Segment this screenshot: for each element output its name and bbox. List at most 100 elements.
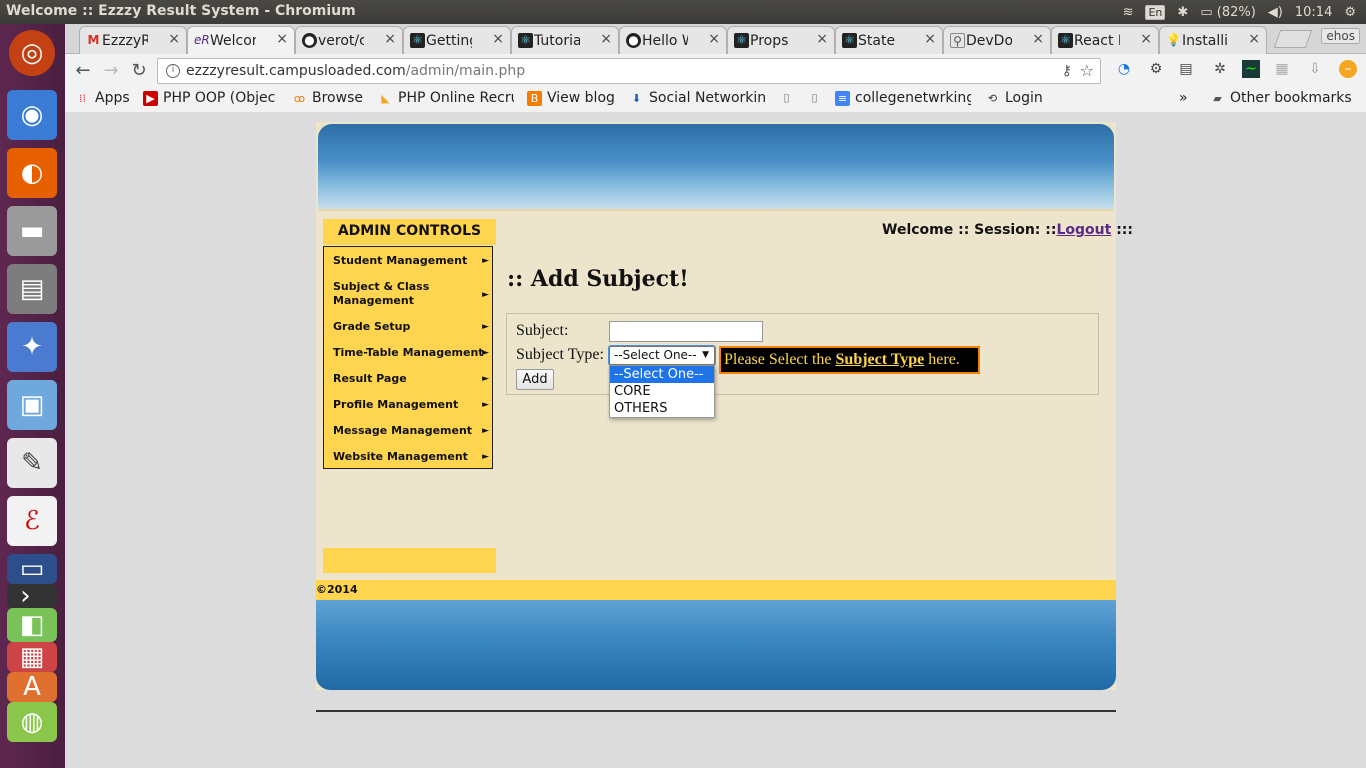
tab[interactable]: ⚲ DevDo ×	[943, 26, 1051, 54]
tab-label: verot/c	[318, 32, 364, 49]
battery-indicator[interactable]: ▭ (82%)	[1200, 5, 1255, 20]
add-button[interactable]: Add	[516, 369, 554, 390]
firefox-icon[interactable]: ◐	[7, 148, 57, 198]
address-bar[interactable]: i ezzzyresult.campusloaded.com/admin/mai…	[157, 58, 1101, 84]
extension-bug-icon[interactable]: ✲	[1211, 60, 1229, 78]
extension-grid-icon[interactable]: ▦	[1273, 60, 1291, 78]
presentation-icon[interactable]: ▭	[7, 554, 57, 584]
dropdown-option[interactable]: OTHERS	[610, 400, 714, 417]
extension-db-icon[interactable]: ▤	[1177, 60, 1195, 78]
tab[interactable]: ⚛ Props ×	[727, 26, 835, 54]
menu-item-grade-setup[interactable]: Grade Setup ►	[333, 320, 489, 334]
bookmarks-overflow-button[interactable]: »	[1179, 90, 1188, 106]
software-center-icon[interactable]: A	[7, 672, 57, 702]
bluetooth-icon[interactable]: ✱	[1177, 5, 1188, 20]
bookmark-php-online[interactable]: ◣ PHP Online Recru	[378, 90, 514, 106]
wifi-icon[interactable]: ≋	[1123, 5, 1134, 20]
close-icon[interactable]: ×	[816, 31, 828, 47]
reload-button[interactable]: ↻	[127, 59, 151, 83]
system-tray: ≋ En ✱ ▭ (82%) ◀) 10:14 ⚙	[1123, 0, 1366, 24]
close-icon[interactable]: ×	[600, 31, 612, 47]
subject-type-select[interactable]: --Select One-- ▼	[608, 345, 716, 366]
bookmark-social-networking[interactable]: ⬇ Social Networkin	[629, 90, 765, 106]
close-icon[interactable]: ×	[1032, 31, 1044, 47]
url-host: ezzzyresult.campusloaded.com	[186, 63, 406, 79]
menu-item-profile-management[interactable]: Profile Management ►	[333, 398, 489, 412]
profile-button[interactable]: ehos	[1321, 28, 1360, 44]
extension-c-icon[interactable]: ◔	[1115, 60, 1133, 78]
text-editor-icon[interactable]: ✎	[7, 438, 57, 488]
close-icon[interactable]: ×	[168, 31, 180, 47]
android-icon[interactable]: ◍	[7, 702, 57, 742]
chromium-icon[interactable]: ◉	[7, 90, 57, 140]
menu-item-message-management[interactable]: Message Management ►	[333, 424, 489, 438]
impress-icon[interactable]: ▦	[7, 642, 57, 672]
footer-copyright: ©2014	[316, 580, 1116, 600]
key-icon[interactable]: ⚷	[1062, 59, 1072, 83]
tab[interactable]: ⚛ State ×	[835, 26, 943, 54]
bookmark-apps[interactable]: ⁞⁞ Apps	[75, 90, 130, 106]
subject-input[interactable]	[609, 321, 763, 342]
keyboard-layout[interactable]: En	[1145, 4, 1166, 20]
info-icon[interactable]: i	[166, 64, 180, 78]
disk-icon[interactable]: ▬	[7, 206, 57, 256]
bookmark-page-2[interactable]: ▯	[807, 90, 822, 105]
menu-item-subject-class-management[interactable]: Subject & Class Management ►	[333, 280, 489, 308]
files-icon[interactable]: ▤	[7, 264, 57, 314]
close-icon[interactable]: ×	[492, 31, 504, 47]
ubuntu-dash-icon[interactable]: ◎	[9, 30, 55, 76]
tab[interactable]: 💡 Installi ×	[1159, 26, 1267, 54]
bookmark-star-icon[interactable]: ☆	[1080, 59, 1094, 83]
dropdown-option[interactable]: --Select One--	[610, 366, 714, 383]
arrow-right-icon: ►	[482, 256, 489, 266]
react-icon: ⚛	[1058, 33, 1073, 48]
network-icon[interactable]: ✦	[7, 322, 57, 372]
close-icon[interactable]: ×	[708, 31, 720, 47]
arrow-right-icon: ►	[482, 426, 489, 436]
bookmark-login[interactable]: ⟲ Login	[985, 90, 1043, 106]
tab[interactable]: M EzzzyRe ×	[79, 26, 187, 54]
bookmark-collegenetworking[interactable]: ≡ collegenetwrking	[835, 90, 971, 106]
bookmark-page-1[interactable]: ▯	[779, 90, 794, 105]
android-studio-icon[interactable]: ◧	[7, 608, 57, 642]
close-icon[interactable]: ×	[1248, 31, 1260, 47]
terminal-icon[interactable]: ›_	[7, 581, 57, 611]
volume-icon[interactable]: ◀)	[1268, 5, 1283, 20]
menu-item-result-page[interactable]: Result Page ►	[333, 372, 489, 386]
clock[interactable]: 10:14	[1295, 5, 1332, 20]
battery-percent: (82%)	[1216, 4, 1256, 20]
extension-download-icon[interactable]: ⇩	[1306, 60, 1324, 78]
bookmark-php-oop[interactable]: ▶ PHP OOP (Objec	[143, 90, 275, 106]
tab[interactable]: ⚛ Tutoria ×	[511, 26, 619, 54]
apps-grid-icon: ⁞⁞	[79, 91, 86, 105]
logout-link[interactable]: Logout	[1056, 222, 1111, 238]
tab-label: Getting	[426, 32, 472, 49]
extension-orange-icon[interactable]: –	[1339, 60, 1357, 78]
extension-gear-icon[interactable]: ⚙	[1147, 60, 1165, 78]
tab[interactable]: ⚛ Getting ×	[403, 26, 511, 54]
new-tab-button[interactable]	[1273, 30, 1313, 48]
extension-terminal-icon[interactable]: ~	[1242, 60, 1260, 78]
other-bookmarks[interactable]: ▰ Other bookmarks	[1210, 90, 1351, 106]
back-button[interactable]: ←	[71, 59, 95, 83]
virtualbox-icon[interactable]: ▣	[7, 380, 57, 430]
tab[interactable]: ⚛ React I ×	[1051, 26, 1159, 54]
tab[interactable]: ● verot/c ×	[295, 26, 403, 54]
tab-active[interactable]: eR Welcom ×	[187, 26, 295, 54]
menu-item-time-table-management[interactable]: Time-Table Management ►	[333, 346, 489, 360]
bookmark-browse[interactable]: ꝏ Browse	[292, 90, 363, 106]
menu-item-website-management[interactable]: Website Management ►	[333, 450, 489, 464]
bookmark-view-blog[interactable]: B View blog	[527, 90, 615, 106]
tab[interactable]: ● Hello W ×	[619, 26, 727, 54]
document-viewer-icon[interactable]: ℰ	[7, 496, 57, 546]
lightbulb-icon: 💡	[1166, 33, 1181, 47]
add-subject-form: Subject: Subject Type: --Select One-- ▼ …	[506, 313, 1099, 395]
close-icon[interactable]: ×	[1140, 31, 1152, 47]
close-icon[interactable]: ×	[924, 31, 936, 47]
dropdown-option[interactable]: CORE	[610, 383, 714, 400]
close-icon[interactable]: ×	[384, 31, 396, 47]
settings-gear-icon[interactable]: ⚙	[1344, 5, 1356, 20]
close-icon[interactable]: ×	[276, 31, 288, 47]
menu-item-student-management[interactable]: Student Management ►	[333, 254, 489, 268]
forward-button[interactable]: →	[99, 59, 123, 83]
